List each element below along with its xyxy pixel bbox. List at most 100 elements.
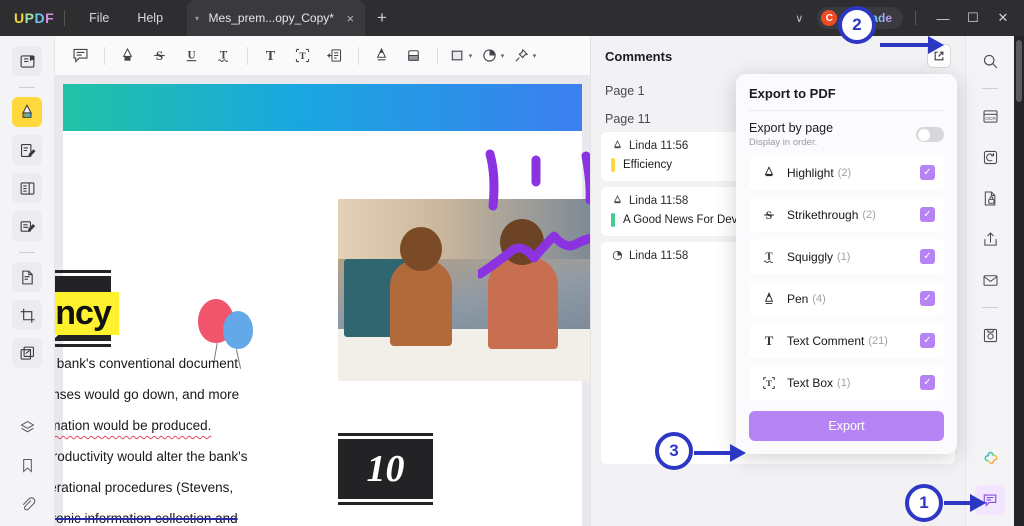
- comment-author-time: Linda 11:58: [629, 249, 689, 262]
- tab-caret-icon[interactable]: ▾: [195, 14, 199, 23]
- tool-text-box[interactable]: T: [287, 41, 317, 71]
- redact-icon: [20, 346, 34, 360]
- tool-sticker[interactable]: ▾: [509, 41, 539, 71]
- right-item-share[interactable]: [975, 224, 1005, 254]
- sidebar-item-redact[interactable]: [12, 338, 42, 368]
- export-option-text-comment[interactable]: T Text Comment (21) ✓: [749, 323, 944, 358]
- sidebar-item-edit-pdf[interactable]: [12, 135, 42, 165]
- tool-squiggly[interactable]: T: [208, 41, 238, 71]
- minimize-button[interactable]: —: [928, 11, 958, 26]
- document-tab[interactable]: ▾ Mes_prem...opy_Copy* ×: [187, 0, 366, 36]
- right-item-ai[interactable]: [975, 444, 1005, 474]
- export-option-checkbox[interactable]: ✓: [920, 375, 935, 390]
- pen-icon: [758, 291, 780, 307]
- sidebar-item-convert-pdf[interactable]: [12, 262, 42, 292]
- compress-icon: [983, 150, 997, 164]
- tool-strikethrough[interactable]: S: [144, 41, 174, 71]
- logo-letter-f: F: [45, 10, 55, 26]
- stamp-caret-icon[interactable]: ▾: [501, 52, 505, 60]
- window-scrollbar[interactable]: [1014, 36, 1024, 526]
- right-item-email[interactable]: [975, 265, 1005, 295]
- menu-help[interactable]: Help: [123, 7, 177, 29]
- export-button[interactable]: Export: [749, 411, 944, 441]
- export-option-label: Highlight: [787, 165, 834, 180]
- balloon-blue: [223, 311, 253, 349]
- tool-text-comment[interactable]: T: [255, 41, 285, 71]
- scrollbar-thumb[interactable]: [1016, 40, 1022, 102]
- svg-text:T: T: [265, 48, 274, 63]
- callout-arrow-1: [944, 494, 986, 512]
- export-option-checkbox[interactable]: ✓: [920, 291, 935, 306]
- sidebar-item-reader[interactable]: [12, 46, 42, 76]
- export-option-checkbox[interactable]: ✓: [920, 249, 935, 264]
- export-option-count: (1): [837, 250, 851, 263]
- sidebar-item-bookmarks[interactable]: [12, 450, 42, 480]
- save-icon: [983, 328, 997, 342]
- export-option-count: (1): [837, 376, 851, 389]
- logo-letter-u: U: [14, 10, 25, 26]
- tool-stamp[interactable]: ▾: [477, 41, 507, 71]
- comment-color-bar: [611, 213, 615, 227]
- tool-eraser[interactable]: [398, 41, 428, 71]
- body-line: taff productivity would alter the bank's: [55, 449, 248, 464]
- shapes-caret-icon[interactable]: ▾: [469, 52, 473, 60]
- logo-letter-d: D: [34, 10, 46, 26]
- toolbar-divider-2: [247, 46, 248, 65]
- sidebar-item-layers[interactable]: [12, 412, 42, 442]
- close-button[interactable]: ✕: [988, 10, 1018, 26]
- export-option-highlight[interactable]: Highlight (2) ✓: [749, 155, 944, 190]
- sidebar-divider-2: [19, 252, 35, 253]
- export-by-page-toggle[interactable]: [916, 127, 944, 142]
- menu-file[interactable]: File: [75, 7, 123, 29]
- right-item-save[interactable]: [975, 320, 1005, 350]
- toolbar-divider-4: [437, 46, 438, 65]
- export-option-pen[interactable]: Pen (4) ✓: [749, 281, 944, 316]
- right-divider-1: [982, 88, 998, 89]
- tool-highlight[interactable]: [112, 41, 142, 71]
- titlebar-right: ∨ C Upgrade — ☐ ✕: [781, 7, 1024, 29]
- tool-pencil[interactable]: [366, 41, 396, 71]
- body-paragraph: t, the bank's conventional document expe…: [55, 348, 373, 526]
- tool-shapes[interactable]: ▾: [445, 41, 475, 71]
- sidebar-item-fill-sign[interactable]: [12, 211, 42, 241]
- right-item-protect[interactable]: [975, 183, 1005, 213]
- toolbar-divider-3: [358, 46, 359, 65]
- document-viewport[interactable]: 9 ciency t, the bank's conventional docu…: [55, 76, 590, 526]
- tab-title: Mes_prem...opy_Copy*: [208, 11, 334, 25]
- export-option-text-box[interactable]: T Text Box (1) ✓: [749, 365, 944, 400]
- body-line-squiggly: information would be produced.: [55, 418, 212, 433]
- export-option-label: Text Comment: [787, 333, 865, 348]
- export-option-checkbox[interactable]: ✓: [920, 207, 935, 222]
- pencil-icon: [376, 47, 386, 61]
- export-option-checkbox[interactable]: ✓: [920, 333, 935, 348]
- sticker-caret-icon[interactable]: ▾: [533, 52, 537, 60]
- right-item-ocr[interactable]: OCR: [975, 101, 1005, 131]
- chevron-down-icon[interactable]: ∨: [781, 12, 817, 25]
- tool-note-comment[interactable]: [65, 41, 95, 71]
- eraser-icon: [407, 50, 419, 61]
- tool-text-callout[interactable]: [319, 41, 349, 71]
- svg-text:S: S: [766, 210, 772, 222]
- export-by-page-sublabel: Display in order.: [749, 137, 818, 148]
- highlighter-icon: [22, 104, 32, 118]
- tab-close-icon[interactable]: ×: [343, 11, 357, 26]
- export-option-checkbox[interactable]: ✓: [920, 165, 935, 180]
- sidebar-item-organize-pages[interactable]: [12, 173, 42, 203]
- export-option-label: Squiggly: [787, 249, 834, 264]
- export-option-squiggly[interactable]: T Squiggly (1) ✓: [749, 239, 944, 274]
- underline-icon: U: [186, 50, 196, 62]
- svg-text:T: T: [765, 334, 774, 348]
- highlight-icon: [758, 165, 780, 181]
- maximize-button[interactable]: ☐: [958, 10, 988, 26]
- export-option-strikethrough[interactable]: S Strikethrough (2) ✓: [749, 197, 944, 232]
- export-by-page-row[interactable]: Export by page Display in order.: [749, 121, 944, 148]
- right-item-search[interactable]: [975, 46, 1005, 76]
- callout-badge-3: 3: [655, 432, 693, 470]
- tool-underline[interactable]: U: [176, 41, 206, 71]
- sidebar-item-comment[interactable]: [12, 97, 42, 127]
- big-number-block: 10: [338, 433, 433, 505]
- new-tab-button[interactable]: +: [377, 8, 387, 28]
- sidebar-item-attachments[interactable]: [12, 488, 42, 518]
- right-item-compress[interactable]: [975, 142, 1005, 172]
- sidebar-item-crop[interactable]: [12, 300, 42, 330]
